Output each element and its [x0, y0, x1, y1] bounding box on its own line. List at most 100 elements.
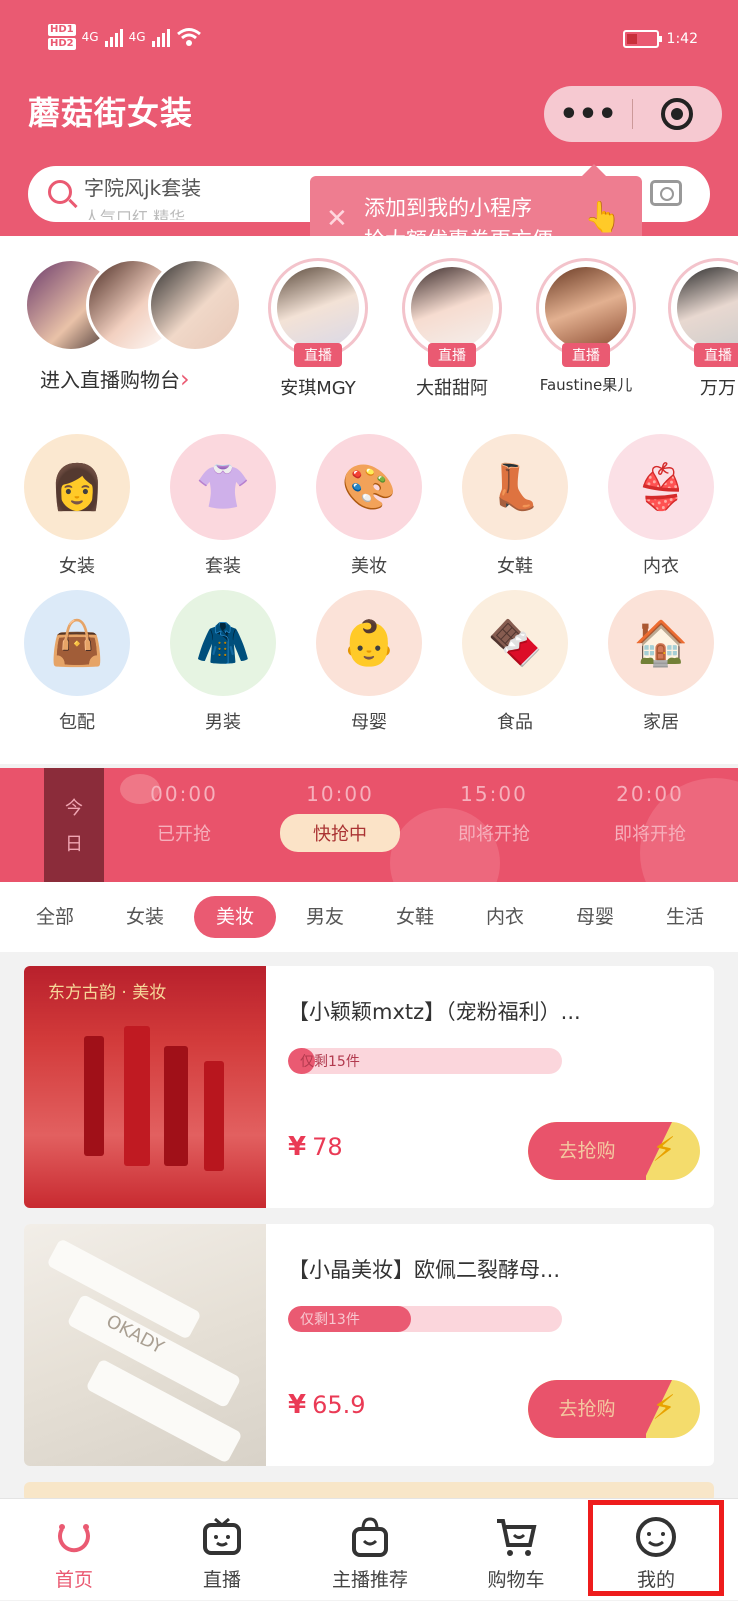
anchor-photo: [677, 267, 738, 349]
tab-boyfriend[interactable]: 男友: [300, 896, 350, 938]
cart-icon: [494, 1515, 538, 1559]
underwear-icon: 👙: [608, 434, 714, 540]
baby-clothes-icon: 👶: [316, 590, 422, 696]
live-entry-text: 进入直播购物台: [40, 368, 180, 392]
tab-makeup[interactable]: 美妆: [194, 896, 276, 938]
search-input[interactable]: 字院风jk套装: [84, 172, 201, 201]
nav-label: 直播: [202, 1569, 241, 1591]
live-badge: 直播: [562, 343, 610, 367]
stock-progress: 仅剩13件: [288, 1306, 562, 1332]
stock-progress: 仅剩15件: [288, 1048, 562, 1074]
category-home[interactable]: 🏠 家居: [606, 590, 716, 734]
lightning-icon: ⚡: [652, 1388, 676, 1428]
category-label: 内衣: [643, 556, 679, 577]
slot-status: 即将开抢: [614, 824, 686, 845]
anchor-photo: [545, 267, 627, 349]
live-anchor[interactable]: 直播 安琪MGY: [266, 258, 370, 400]
product-card[interactable]: 东方古韵 · 美妆 【小颖颖mxtz】（宠粉福利）... 仅剩15件 ¥78 去…: [24, 966, 714, 1208]
miniprogram-capsule: •••: [544, 86, 722, 142]
snack-icon: 🍫: [462, 590, 568, 696]
signal-icon-2: [151, 27, 170, 47]
close-miniprogram-button[interactable]: [633, 86, 721, 142]
women-clothing-icon: 👩: [24, 434, 130, 540]
chevron-right-icon: ›: [180, 365, 190, 393]
anchor-name: Faustine果儿: [539, 376, 633, 394]
currency-symbol: ¥: [288, 1132, 307, 1162]
home-icon: [52, 1515, 96, 1559]
tab-baby[interactable]: 母婴: [570, 896, 620, 938]
stock-text: 仅剩13件: [300, 1312, 360, 1328]
category-tabs: 全部 女装 美妆 男友 女鞋 内衣 母婴 生活: [0, 882, 738, 952]
grab-button-label: 去抢购: [528, 1380, 646, 1438]
camera-icon[interactable]: [650, 180, 682, 206]
live-anchor[interactable]: 直播 大甜甜阿: [400, 258, 504, 400]
flash-slot[interactable]: 00:00 已开抢: [124, 782, 244, 846]
search-icon: [48, 180, 72, 204]
avatar: [148, 258, 242, 352]
bag-icon: [348, 1515, 392, 1559]
flash-slot[interactable]: 15:00 即将开抢: [434, 782, 554, 846]
nav-cart[interactable]: 购物车: [446, 1499, 586, 1601]
live-badge: 直播: [294, 343, 342, 367]
hd2-badge: HD2: [48, 38, 76, 50]
category-women[interactable]: 👩 女装: [22, 434, 132, 578]
close-icon[interactable]: ✕: [326, 204, 348, 234]
category-baby[interactable]: 👶 母婴: [314, 590, 424, 734]
product-image-banner: 东方古韵 · 美妆: [48, 983, 167, 1003]
slot-time: 15:00: [460, 782, 528, 806]
product-image: 东方古韵 · 美妆: [24, 966, 266, 1208]
hd1-badge: HD1: [48, 24, 76, 36]
flash-slot-active[interactable]: 10:00 快抢中: [280, 782, 400, 852]
flash-slot[interactable]: 20:00 即将开抢: [590, 782, 710, 846]
today-char-2: 日: [65, 834, 83, 855]
category-label: 包配: [59, 712, 95, 733]
target-icon: [661, 98, 693, 130]
slot-time: 10:00: [306, 782, 374, 806]
category-label: 女鞋: [497, 556, 533, 577]
category-bags[interactable]: 👜 包配: [22, 590, 132, 734]
price-value: 78: [312, 1133, 343, 1161]
category-label: 家居: [643, 712, 679, 733]
slot-status: 已开抢: [157, 824, 211, 845]
category-shoes[interactable]: 👢 女鞋: [460, 434, 570, 578]
category-sets[interactable]: 👚 套装: [168, 434, 278, 578]
tab-all[interactable]: 全部: [30, 896, 80, 938]
nav-live[interactable]: 直播: [152, 1499, 292, 1601]
live-anchor[interactable]: 直播 万万: [666, 258, 738, 400]
grab-button-label: 去抢购: [528, 1122, 646, 1180]
category-underwear[interactable]: 👙 内衣: [606, 434, 716, 578]
wifi-icon: [176, 28, 201, 46]
live-anchor[interactable]: 直播 Faustine果儿: [534, 258, 638, 395]
slot-status: 快抢中: [280, 814, 400, 852]
tab-shoes[interactable]: 女鞋: [390, 896, 440, 938]
grab-button[interactable]: 去抢购 ⚡: [528, 1122, 700, 1180]
tab-women[interactable]: 女装: [120, 896, 170, 938]
category-makeup[interactable]: 🎨 美妆: [314, 434, 424, 578]
signal-icon: [104, 27, 123, 47]
tv-icon: [200, 1515, 244, 1559]
lightning-icon: ⚡: [652, 1130, 676, 1170]
hand-pointer-icon: 👆: [584, 200, 622, 235]
network-label-2: 4G: [128, 30, 146, 44]
tab-life[interactable]: 生活: [660, 896, 710, 938]
more-button[interactable]: •••: [544, 86, 632, 142]
product-title: 【小颖颖mxtz】（宠粉福利）...: [288, 1000, 581, 1024]
nav-anchor-recommend[interactable]: 主播推荐: [300, 1499, 440, 1601]
nav-label: 购物车: [487, 1569, 545, 1591]
live-entry[interactable]: [24, 258, 244, 352]
category-men[interactable]: 🧥 男装: [168, 590, 278, 734]
category-label: 食品: [497, 712, 533, 733]
grab-button[interactable]: 去抢购 ⚡: [528, 1380, 700, 1438]
live-entry-label[interactable]: 进入直播购物台›: [40, 364, 190, 393]
stock-text: 仅剩15件: [300, 1054, 360, 1070]
handbag-icon: 👜: [24, 590, 130, 696]
slot-time: 20:00: [616, 782, 684, 806]
live-badge: 直播: [694, 343, 738, 367]
category-food[interactable]: 🍫 食品: [460, 590, 570, 734]
product-card[interactable]: OKADY 【小晶美妆】欧佩二裂酵母... 仅剩13件 ¥65.9 去抢购 ⚡: [24, 1224, 714, 1466]
nav-home[interactable]: 首页: [4, 1499, 144, 1601]
slot-time: 00:00: [150, 782, 218, 806]
tab-underwear[interactable]: 内衣: [480, 896, 530, 938]
status-bar: HD1 HD2 4G 4G 1:42: [48, 24, 698, 60]
today-label: 今日: [44, 768, 104, 882]
